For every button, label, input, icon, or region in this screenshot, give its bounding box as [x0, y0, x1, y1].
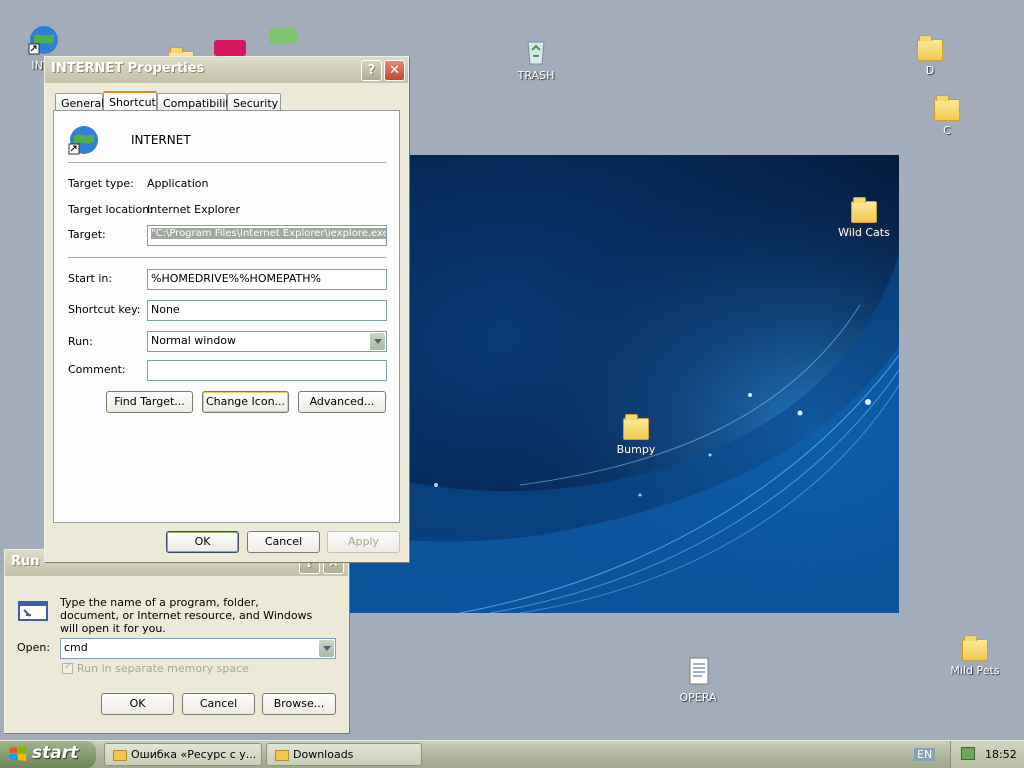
- help-button[interactable]: ?: [361, 60, 382, 81]
- divider: [68, 162, 386, 164]
- globe-icon: [68, 126, 98, 155]
- ok-button[interactable]: OK: [166, 531, 239, 553]
- comment-label: Comment:: [68, 363, 126, 376]
- shortcut-panel: INTERNET Target type: Application Target…: [53, 110, 400, 523]
- browse-button[interactable]: Browse...: [262, 693, 336, 715]
- target-type-label: Target type:: [68, 177, 134, 190]
- desktop-icon-d[interactable]: D: [890, 34, 970, 77]
- close-button[interactable]: ✕: [384, 60, 405, 81]
- desktop-icon-trash[interactable]: TRASH: [496, 34, 576, 82]
- check-icon: ✓: [64, 661, 73, 672]
- folder-icon: [851, 197, 877, 223]
- clock[interactable]: 18:52: [985, 748, 1017, 761]
- cancel-button[interactable]: Cancel: [247, 531, 320, 553]
- folder-icon: [962, 635, 988, 661]
- apply-button[interactable]: Apply: [327, 531, 400, 553]
- taskbar-item-downloads[interactable]: Downloads: [266, 743, 422, 766]
- start-in-input[interactable]: %HOMEDRIVE%%HOMEPATH%: [147, 269, 387, 290]
- chevron-down-icon[interactable]: [319, 640, 334, 657]
- desktop-icon-label: C: [943, 124, 951, 137]
- windows-logo-icon: [10, 746, 26, 761]
- system-tray: 18:52: [950, 741, 1024, 768]
- properties-title: INTERNET Properties: [51, 61, 205, 76]
- globe-icon: [28, 26, 58, 55]
- find-target-button[interactable]: Find Target...: [106, 391, 193, 413]
- properties-dialog: INTERNET Properties ? ✕ General Shortcut…: [44, 56, 409, 562]
- desktop-icon-bumpy[interactable]: Bumpy: [596, 413, 676, 456]
- target-location-label: Target location:: [68, 203, 153, 216]
- start-label: start: [32, 743, 79, 763]
- separate-memory-label: Run in separate memory space: [77, 662, 249, 675]
- text-document-icon: [689, 657, 709, 685]
- run-ok-button[interactable]: OK: [101, 693, 174, 715]
- target-type-value: Application: [147, 177, 209, 190]
- folder-icon: [113, 750, 127, 761]
- desktop-wallpaper: [340, 155, 899, 613]
- green-app-icon[interactable]: [269, 28, 297, 44]
- pink-folder-icon[interactable]: [214, 40, 246, 56]
- folder-icon: [917, 35, 943, 61]
- target-input[interactable]: "C:\Program Files\Internet Explorer\iexp…: [147, 225, 387, 246]
- shortcut-key-label: Shortcut key:: [68, 303, 141, 316]
- run-select[interactable]: Normal window: [147, 331, 387, 352]
- desktop-icon-label: OPERA: [679, 691, 717, 704]
- desktop-icon-label: Bumpy: [616, 443, 656, 456]
- desktop-icon-mild-pets[interactable]: Mild Pets: [935, 634, 1015, 677]
- desktop-icon-wild-cats[interactable]: Wild Cats: [824, 196, 904, 239]
- start-button[interactable]: start: [0, 741, 96, 768]
- run-cancel-button[interactable]: Cancel: [182, 693, 255, 715]
- taskbar-item-label: Downloads: [293, 748, 354, 761]
- taskbar-item-error[interactable]: Ошибка «Ресурс с у...: [104, 743, 262, 766]
- folder-icon: [623, 414, 649, 440]
- shortcut-name: INTERNET: [131, 133, 191, 147]
- run-icon: [18, 601, 48, 621]
- folder-icon: [275, 750, 289, 761]
- separate-memory-checkbox[interactable]: ✓: [62, 661, 73, 674]
- target-label: Target:: [68, 228, 106, 241]
- divider: [68, 257, 386, 259]
- open-combobox[interactable]: cmd: [60, 638, 336, 659]
- run-dialog: Run ? ✕ Type the name of a program, fold…: [4, 549, 349, 733]
- comment-input[interactable]: [147, 360, 387, 381]
- properties-titlebar[interactable]: INTERNET Properties ? ✕: [45, 57, 408, 83]
- open-value: cmd: [64, 641, 88, 654]
- shortcut-key-input[interactable]: None: [147, 300, 387, 321]
- run-label: Run:: [68, 335, 93, 348]
- desktop-icon-label: Mild Pets: [950, 664, 1000, 677]
- run-title: Run: [11, 554, 40, 569]
- desktop-icon-c[interactable]: C: [907, 94, 987, 137]
- change-icon-button[interactable]: Change Icon...: [202, 391, 289, 413]
- desktop-icon-label: TRASH: [517, 69, 555, 82]
- run-description: Type the name of a program, folder, docu…: [60, 596, 313, 635]
- taskbar: start Ошибка «Ресурс с у... Downloads EN…: [0, 740, 1024, 768]
- chevron-down-icon[interactable]: [370, 333, 385, 350]
- advanced-button[interactable]: Advanced...: [298, 391, 386, 413]
- target-location-value: Internet Explorer: [147, 203, 240, 216]
- recycle-bin-icon: [527, 41, 545, 65]
- folder-icon: [934, 95, 960, 121]
- desktop-icon-opera[interactable]: OPERA: [658, 656, 738, 704]
- open-label: Open:: [17, 641, 51, 654]
- language-indicator[interactable]: EN: [914, 748, 936, 761]
- run-select-value: Normal window: [151, 334, 237, 347]
- target-value: "C:\Program Files\Internet Explorer\iexp…: [151, 228, 386, 239]
- desktop-icon-label: Wild Cats: [838, 226, 890, 239]
- start-in-label: Start in:: [68, 272, 113, 285]
- network-icon[interactable]: [961, 747, 975, 760]
- taskbar-item-label: Ошибка «Ресурс с у...: [131, 748, 257, 761]
- desktop-icon-label: D: [925, 64, 935, 77]
